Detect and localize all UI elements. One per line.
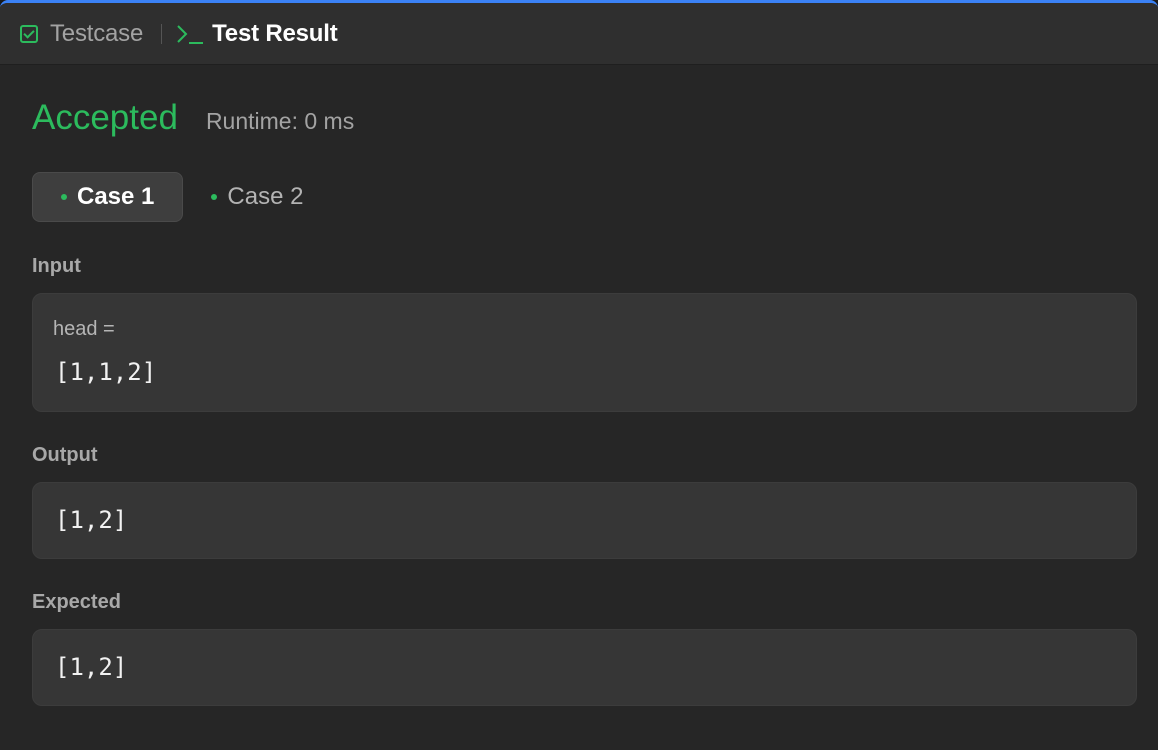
expected-box: [1,2] bbox=[32, 629, 1137, 706]
passed-dot-icon bbox=[211, 194, 218, 200]
tab-testcase[interactable]: Testcase bbox=[20, 3, 143, 64]
status-title: Accepted bbox=[32, 98, 178, 137]
case-tab-2[interactable]: Case 2 bbox=[197, 172, 331, 222]
case-tabs: Case 1 Case 2 bbox=[32, 172, 331, 222]
panel-tab-bar: Testcase Test Result bbox=[0, 3, 1158, 65]
result-status-row: Accepted Runtime: 0 ms bbox=[32, 98, 354, 138]
test-result-panel: Testcase Test Result Accepted Runtime: 0… bbox=[0, 0, 1158, 750]
terminal-icon bbox=[176, 23, 204, 45]
checkbox-icon bbox=[20, 24, 38, 43]
runtime-label: Runtime: 0 ms bbox=[205, 108, 355, 134]
output-value: [1,2] bbox=[55, 506, 128, 534]
input-section-label: Input bbox=[32, 255, 81, 277]
output-section-label: Output bbox=[32, 444, 98, 466]
input-value: [1,1,2] bbox=[55, 358, 157, 386]
passed-dot-icon bbox=[61, 194, 67, 200]
case-tab-label: Case 2 bbox=[227, 183, 304, 210]
input-box: head = [1,1,2] bbox=[32, 293, 1137, 412]
input-variable-name: head = bbox=[53, 318, 115, 340]
output-box: [1,2] bbox=[32, 482, 1137, 559]
tab-testcase-label: Testcase bbox=[50, 19, 144, 47]
expected-section-label: Expected bbox=[32, 591, 121, 613]
expected-value: [1,2] bbox=[55, 653, 128, 681]
tab-divider bbox=[161, 23, 163, 44]
tab-test-result-label: Test Result bbox=[212, 19, 338, 47]
tab-test-result[interactable]: Test Result bbox=[176, 3, 338, 64]
case-tab-1[interactable]: Case 1 bbox=[32, 172, 184, 222]
case-tab-label: Case 1 bbox=[77, 183, 155, 210]
